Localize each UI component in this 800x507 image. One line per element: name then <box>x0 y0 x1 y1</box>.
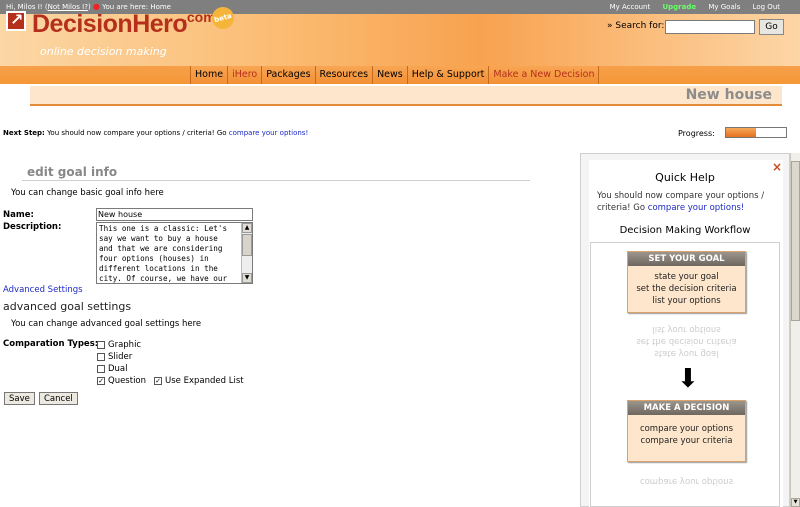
set-goal-head: SET YOUR GOAL <box>628 252 745 266</box>
description-text: This one is a classic: Let's say we want… <box>99 224 228 283</box>
option-label: Slider <box>108 352 133 362</box>
nav-home[interactable]: Home <box>190 66 228 84</box>
name-label: Name: <box>3 210 34 220</box>
option-label: Question <box>108 376 147 386</box>
workflow-step: compare your options <box>639 424 734 434</box>
my-account-link[interactable]: My Account <box>610 3 651 11</box>
option-label: Graphic <box>108 340 142 350</box>
make-decision-card[interactable]: MAKE A DECISION compare your options com… <box>627 400 746 462</box>
option-graphic[interactable]: Graphic <box>97 340 141 350</box>
workflow-step: state your goal <box>654 272 719 282</box>
checkbox-slider[interactable] <box>97 353 105 361</box>
logo[interactable]: DecisionHero <box>32 10 188 39</box>
workflow-step: set the decision criteria <box>636 284 737 294</box>
section-divider <box>22 180 530 181</box>
workflow-step: compare your criteria <box>640 436 733 446</box>
checkbox-dual[interactable] <box>97 365 105 373</box>
make-decision-reflection: compare your options <box>627 475 746 487</box>
expanded-list-label: Use Expanded List <box>165 376 244 386</box>
option-slider[interactable]: Slider <box>97 352 132 362</box>
progress-bar <box>725 127 787 138</box>
arrow-down-icon: ⬇ <box>677 364 699 394</box>
main-nav: Home iHero Packages Resources News Help … <box>190 66 600 84</box>
scroll-up-icon[interactable]: ▲ <box>242 223 252 233</box>
progress-label: Progress: <box>678 129 715 138</box>
checkbox-graphic[interactable] <box>97 341 105 349</box>
compare-options-link[interactable]: compare your options! <box>229 129 309 137</box>
nav-news[interactable]: News <box>372 66 407 84</box>
nav-help-support[interactable]: Help & Support <box>406 66 489 84</box>
checkbox-expanded-list[interactable]: ✓ <box>154 377 163 385</box>
reflection-line: set the decision criteria <box>636 336 737 346</box>
name-field[interactable]: New house <box>96 208 253 221</box>
option-label: Dual <box>108 364 128 374</box>
advanced-title: advanced goal settings <box>3 300 132 313</box>
search-input[interactable] <box>665 20 755 34</box>
window-scroll-thumb[interactable] <box>791 161 800 321</box>
upgrade-link[interactable]: Upgrade <box>662 3 696 11</box>
workflow-title: Decision Making Workflow <box>619 225 751 236</box>
workflow-diagram: SET YOUR GOAL state your goal set the de… <box>590 242 780 507</box>
workflow-step: list your options <box>652 296 721 306</box>
next-step: Next Step: You should now compare your o… <box>3 129 308 137</box>
log-out-link[interactable]: Log Out <box>753 3 780 11</box>
window-scrollbar[interactable]: ▼ <box>790 153 800 507</box>
nav-packages[interactable]: Packages <box>261 66 315 84</box>
nav-resources[interactable]: Resources <box>314 66 373 84</box>
reflection-line: compare your options <box>639 476 734 486</box>
description-textarea[interactable]: This one is a classic: Let's say we want… <box>96 222 253 284</box>
reflection-line: state your goal <box>654 348 719 358</box>
set-goal-card[interactable]: SET YOUR GOAL state your goal set the de… <box>627 251 746 313</box>
logo-arrow-icon[interactable] <box>6 10 26 31</box>
option-dual[interactable]: Dual <box>97 364 128 374</box>
make-decision-head: MAKE A DECISION <box>628 401 745 415</box>
nav-ihero[interactable]: iHero <box>227 66 262 84</box>
window-scroll-down-icon[interactable]: ▼ <box>791 498 800 507</box>
nav-make-new-decision[interactable]: Make a New Decision <box>488 66 600 84</box>
reflection-line: list your options <box>652 324 721 334</box>
cancel-button[interactable]: Cancel <box>39 392 78 405</box>
scroll-thumb[interactable] <box>242 234 252 256</box>
make-decision-body: compare your options compare your criter… <box>628 415 745 461</box>
section-title: edit goal info <box>27 165 118 179</box>
my-goals-link[interactable]: My Goals <box>708 3 740 11</box>
page-title-bar: New house <box>30 86 782 106</box>
set-goal-body: state your goal set the decision criteri… <box>628 266 745 312</box>
account-links: My Account Upgrade My Goals Log Out <box>600 0 780 14</box>
search-go-button[interactable]: Go <box>759 19 784 35</box>
search-label: » Search for: <box>607 21 665 31</box>
checkbox-question[interactable]: ✓ <box>97 377 105 385</box>
section-help: You can change basic goal info here <box>11 188 164 198</box>
set-goal-reflection: state your goal set the decision criteri… <box>627 323 746 359</box>
next-step-text: You should now compare your options / cr… <box>44 129 229 137</box>
save-button[interactable]: Save <box>4 392 35 405</box>
quick-help-compare-link[interactable]: compare your options! <box>648 203 745 213</box>
quick-help-title: Quick Help <box>655 171 715 184</box>
textarea-scrollbar[interactable]: ▲ ▼ <box>241 223 252 283</box>
progress-fill <box>726 128 756 137</box>
tagline: online decision making <box>40 45 167 58</box>
comparation-types-label: Comparation Types: <box>3 339 99 349</box>
advanced-settings-link[interactable]: Advanced Settings <box>3 285 83 295</box>
page-title: New house <box>685 87 772 103</box>
description-label: Description: <box>3 222 62 232</box>
next-step-label: Next Step: <box>3 129 45 137</box>
option-question[interactable]: ✓ Question ✓ Use Expanded List <box>97 376 244 386</box>
scroll-down-icon[interactable]: ▼ <box>242 273 252 283</box>
quick-help-text: You should now compare your options / cr… <box>597 190 782 214</box>
advanced-help: You can change advanced goal settings he… <box>11 319 202 329</box>
